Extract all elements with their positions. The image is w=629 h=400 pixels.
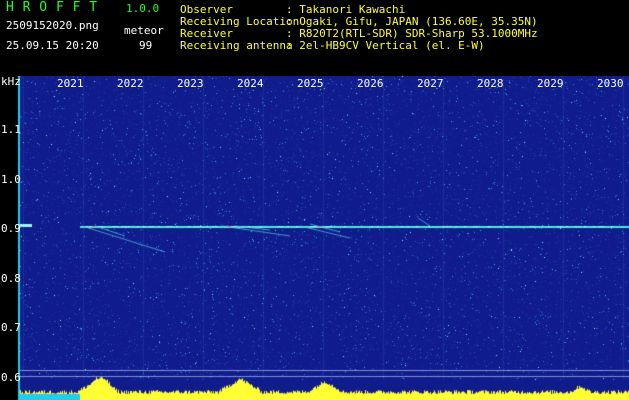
time-tick-label: 2024 [237,77,264,90]
capture-datetime: 25.09.15 20:20 [6,39,99,52]
time-tick-label: 2022 [117,77,144,90]
frequency-tick-label: 1.0 [1,173,21,186]
spectrogram-canvas [0,76,629,400]
antenna-label: Receiving antenna [180,39,293,52]
app-title: H R O F F T [6,0,98,15]
meteor-count: 99 [139,39,153,52]
time-tick-label: 2027 [417,77,444,90]
time-tick-label: 2023 [177,77,204,90]
frequency-tick-label: 0.6 [1,371,21,384]
time-tick-label: 2026 [357,77,384,90]
antenna-value: : 2el-HB9CV Vertical (el. E-W) [286,39,485,52]
frequency-tick-label: 0.8 [1,272,21,285]
header-panel: H R O F F T 1.0.0 2509152020.png meteor … [0,0,629,76]
time-tick-label: 2028 [477,77,504,90]
time-tick-label: 2025 [297,77,324,90]
meteor-label: meteor [124,24,164,37]
time-tick-label: 2030 [597,77,624,90]
app-version: 1.0.0 [126,2,160,15]
frequency-tick-label: 0.9 [1,222,21,235]
file-name: 2509152020.png [6,19,99,32]
time-tick-label: 2021 [57,77,84,90]
time-tick-label: 2029 [537,77,564,90]
frequency-tick-label: 0.7 [1,321,21,334]
frequency-tick-label: 1.1 [1,123,21,136]
frequency-unit-label: kHz [1,75,21,88]
